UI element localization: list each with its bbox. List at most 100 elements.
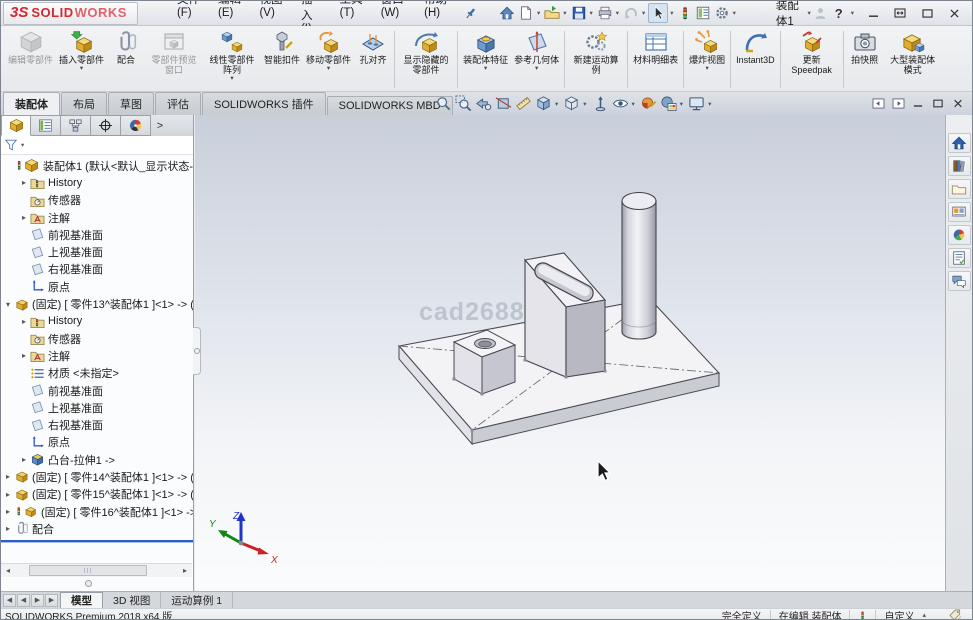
solidworks-resources-icon[interactable] <box>948 133 971 153</box>
tags-icon[interactable] <box>948 608 962 620</box>
status-custom-caret[interactable]: ▴ <box>922 611 926 619</box>
move-component-button[interactable]: 移动零部件▾ <box>303 28 354 72</box>
last-tab-button[interactable]: ▶ <box>45 594 58 607</box>
tree-item-right-plane[interactable]: 右视基准面 <box>1 261 193 278</box>
display-style-icon[interactable] <box>562 94 581 113</box>
solidworks-forum-icon[interactable] <box>948 271 971 291</box>
undo-button[interactable] <box>622 4 640 22</box>
panel-tabs-expand-button[interactable]: > <box>151 115 169 136</box>
display-style-caret[interactable]: ▾ <box>583 100 586 108</box>
hide-show-items-icon[interactable] <box>591 94 610 113</box>
save-button[interactable] <box>570 4 588 22</box>
doc-close-button[interactable] <box>950 96 966 110</box>
select-caret[interactable]: ▾ <box>670 9 673 17</box>
open-document-button[interactable] <box>543 4 561 22</box>
tree-item-history[interactable]: ▸History <box>1 174 193 191</box>
select-cursor-button[interactable] <box>648 3 668 23</box>
tree-item-assembly-root[interactable]: 装配体1 (默认<默认_显示状态-1>) <box>1 157 193 174</box>
file-properties-button[interactable] <box>694 4 712 22</box>
previous-tab-button[interactable]: ◀ <box>17 594 30 607</box>
view-orientation-caret[interactable]: ▾ <box>555 100 558 108</box>
scrollbar-track[interactable] <box>15 564 178 577</box>
options-caret[interactable]: ▾ <box>733 9 736 17</box>
tree-item-origin[interactable]: 原点 <box>1 278 193 295</box>
scrollbar-thumb[interactable] <box>29 565 147 576</box>
hole-alignment-button[interactable]: 孔对齐 <box>354 28 392 72</box>
edit-appearance-icon[interactable] <box>639 94 658 113</box>
tree-item-front-plane[interactable]: 前视基准面 <box>1 226 193 243</box>
take-snapshot-button[interactable]: 拍快照 <box>846 28 884 72</box>
show-hidden-components-button[interactable]: 显示隐藏的零部件 <box>397 28 455 82</box>
dock-left-icon[interactable] <box>870 96 886 110</box>
doc-title-caret[interactable]: ▾ <box>808 9 811 17</box>
save-caret[interactable]: ▾ <box>590 9 593 17</box>
tree-item-top-plane[interactable]: 上视基准面 <box>1 243 193 260</box>
view-settings-caret[interactable]: ▾ <box>708 100 711 108</box>
tree-item-annotations[interactable]: ▸注解 <box>1 209 193 226</box>
featuremanager-tab[interactable] <box>1 115 31 136</box>
new-caret[interactable]: ▾ <box>537 9 540 17</box>
tree-item-front-plane[interactable]: 前视基准面 <box>1 382 193 399</box>
status-traffic-light-icon[interactable] <box>858 610 867 620</box>
mate-button[interactable]: 配合 <box>107 28 145 72</box>
undo-caret[interactable]: ▾ <box>642 9 645 17</box>
view-palette-icon[interactable] <box>948 202 971 222</box>
dock-right-icon[interactable] <box>890 96 906 110</box>
visibility-eye-icon[interactable] <box>611 94 630 113</box>
graphics-viewport[interactable]: cad2688.com <box>195 115 945 591</box>
new-motion-study-button[interactable]: 新建运动算例 <box>567 28 625 82</box>
pin-menu-icon[interactable] <box>463 6 478 21</box>
tab-layout[interactable]: 布局 <box>61 92 107 115</box>
panel-splitter-dot[interactable] <box>85 580 92 587</box>
measure-icon[interactable] <box>514 94 533 113</box>
exploded-view-button[interactable]: 爆炸视图▾ <box>686 28 728 72</box>
tree-item-part16[interactable]: ▸(固定) [ 零件16^装配体1 ]<1> -> ( <box>1 503 193 520</box>
large-assembly-mode-button[interactable]: 大型装配体模式 <box>884 28 942 82</box>
tree-item-part14[interactable]: ▸(固定) [ 零件14^装配体1 ]<1> -> ( <box>1 468 193 485</box>
apply-scene-caret[interactable]: ▾ <box>680 100 683 108</box>
design-library-icon[interactable] <box>948 156 971 176</box>
close-button[interactable] <box>944 4 964 22</box>
linear-component-pattern-button[interactable]: 线性零部件阵列▾ <box>203 28 261 82</box>
print-caret[interactable]: ▾ <box>616 9 619 17</box>
view-settings-icon[interactable] <box>687 94 706 113</box>
tree-item-top-plane[interactable]: 上视基准面 <box>1 399 193 416</box>
tab-3d-views[interactable]: 3D 视图 <box>103 592 161 608</box>
tab-solidworks-addins[interactable]: SOLIDWORKS 插件 <box>202 92 326 115</box>
insert-components-button[interactable]: 插入零部件▾ <box>56 28 107 72</box>
help-icon[interactable]: ? <box>835 6 843 21</box>
visibility-caret[interactable]: ▾ <box>632 100 635 108</box>
tab-motion-study-1[interactable]: 运动算例 1 <box>161 592 233 608</box>
tree-item-part15[interactable]: ▸(固定) [ 零件15^装配体1 ]<1> -> ( <box>1 486 193 503</box>
tree-item-origin[interactable]: 原点 <box>1 434 193 451</box>
assembly-features-button[interactable]: 装配体特征▾ <box>460 28 511 72</box>
tab-assembly[interactable]: 装配体 <box>3 92 60 115</box>
panel-collapse-handle[interactable] <box>193 327 201 375</box>
section-view-icon[interactable] <box>494 94 513 113</box>
rollback-bar[interactable] <box>1 540 193 542</box>
doc-restore-button[interactable] <box>930 96 946 110</box>
print-button[interactable] <box>596 4 614 22</box>
tree-item-sensors[interactable]: 传感器 <box>1 330 193 347</box>
doc-minimize-button[interactable] <box>910 96 926 110</box>
tree-item-sensors[interactable]: 传感器 <box>1 192 193 209</box>
new-document-button[interactable] <box>517 4 535 22</box>
minimize-button[interactable] <box>863 4 883 22</box>
tree-item-annotations[interactable]: ▸注解 <box>1 347 193 364</box>
stretch-window-button[interactable] <box>890 4 910 22</box>
zoom-to-area-icon[interactable] <box>454 94 473 113</box>
help-caret[interactable]: ▾ <box>851 9 854 17</box>
instant3d-button[interactable]: Instant3D <box>733 28 778 72</box>
status-custom[interactable]: 自定义 <box>884 608 914 620</box>
login-person-icon[interactable] <box>813 6 828 21</box>
open-caret[interactable]: ▾ <box>563 9 566 17</box>
tree-item-part13[interactable]: ▾(固定) [ 零件13^装配体1 ]<1> -> ( <box>1 295 193 312</box>
zoom-to-fit-icon[interactable] <box>434 94 453 113</box>
maximize-button[interactable] <box>917 4 937 22</box>
reference-geometry-button[interactable]: 参考几何体▾ <box>511 28 562 72</box>
smart-fasteners-button[interactable]: 智能扣件 <box>261 28 303 72</box>
filter-funnel-icon[interactable] <box>4 138 18 152</box>
filter-caret[interactable]: ▾ <box>21 141 24 149</box>
custom-properties-icon[interactable] <box>948 248 971 268</box>
tree-horizontal-scrollbar[interactable]: ◂ ▸ <box>1 563 192 577</box>
